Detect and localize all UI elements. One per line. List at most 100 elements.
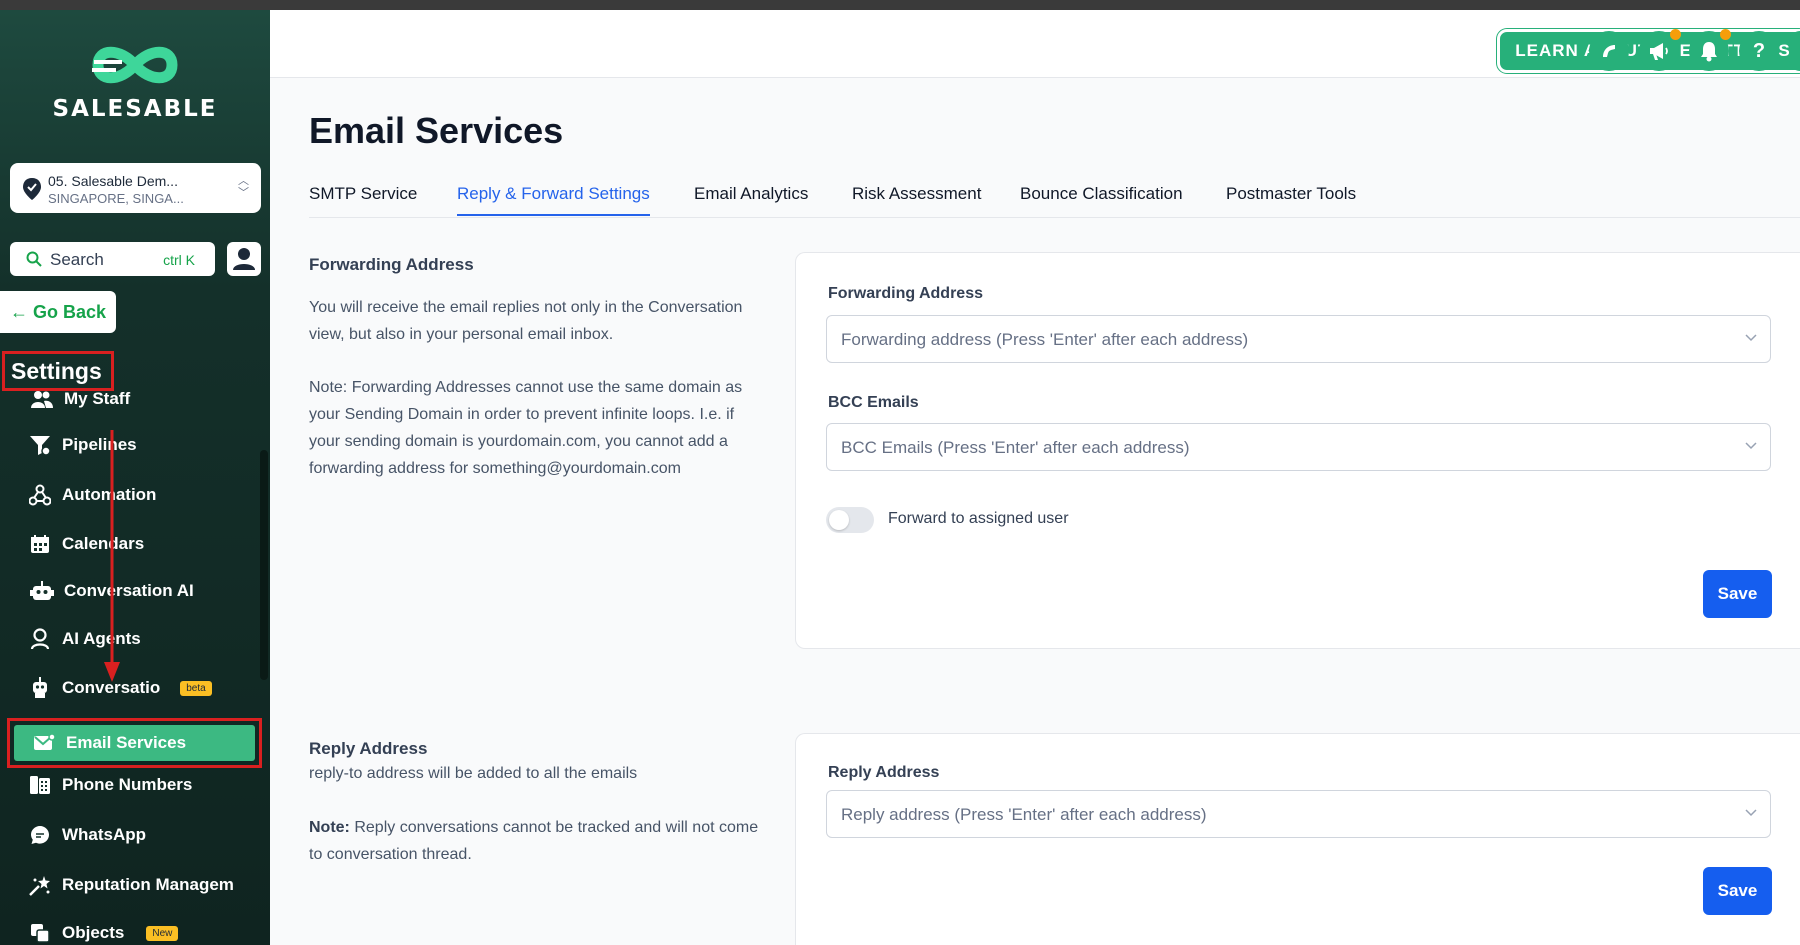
phone-icon xyxy=(1603,45,1615,57)
arrow-left-icon: ← xyxy=(10,302,28,322)
forwarding-save-button[interactable]: Save xyxy=(1703,570,1772,618)
sidebar: SALESABLE 05. Salesable Dem... SINGAPORE… xyxy=(0,10,270,945)
tab-email-analytics[interactable]: Email Analytics xyxy=(694,184,808,204)
sidebar-item-objects[interactable]: Objects New xyxy=(28,918,179,945)
toggle-knob xyxy=(829,510,849,530)
more-button[interactable] xyxy=(1789,31,1800,71)
sidebar-item-label: Pipelines xyxy=(62,435,137,454)
robot-icon xyxy=(30,579,54,603)
chevron-down-icon xyxy=(1745,809,1757,817)
page-title: Email Services xyxy=(309,110,564,151)
logo-icon xyxy=(92,46,178,84)
search-label: Search xyxy=(50,250,104,269)
search-icon xyxy=(26,251,42,267)
top-strip xyxy=(0,0,1800,10)
account-switcher[interactable]: 05. Salesable Dem... SINGAPORE, SINGA...… xyxy=(10,163,261,213)
forwarding-note: Note: Forwarding Addresses cannot use th… xyxy=(309,379,743,477)
forward-to-assigned-label: Forward to assigned user xyxy=(888,510,1069,527)
sidebar-item-label: Phone Numbers xyxy=(62,775,193,794)
beta-badge: beta xyxy=(180,680,212,696)
user-icon xyxy=(233,248,255,270)
bot-icon xyxy=(28,676,52,700)
calendar-icon xyxy=(28,532,52,556)
top-header: LEARN ABOUT THE SETTINGS ? xyxy=(270,10,1800,78)
bell-icon xyxy=(1701,42,1717,62)
funnel-icon xyxy=(28,433,52,457)
notifications-button[interactable] xyxy=(1689,29,1731,71)
whatsapp-icon xyxy=(28,823,52,847)
search-input[interactable]: Search ctrl K xyxy=(10,242,215,276)
mail-icon xyxy=(32,731,56,755)
forwarding-address-input[interactable]: Forwarding address (Press 'Enter' after … xyxy=(826,315,1771,363)
new-badge: New xyxy=(146,925,179,941)
reply-section-title: Reply Address xyxy=(309,739,428,758)
tab-reply-forward-settings[interactable]: Reply & Forward Settings xyxy=(457,184,650,216)
reply-note-text: Reply conversations cannot be tracked an… xyxy=(309,819,759,863)
search-shortcut: ctrl K xyxy=(163,252,195,268)
bcc-emails-label: BCC Emails xyxy=(828,394,919,411)
automation-icon xyxy=(28,483,52,507)
forwarding-address-placeholder: Forwarding address (Press 'Enter' after … xyxy=(841,330,1249,349)
chevron-down-icon xyxy=(1745,442,1757,450)
reply-description: reply-to address will be added to all th… xyxy=(309,765,638,782)
tab-smtp-service[interactable]: SMTP Service xyxy=(309,184,417,204)
reply-address-label: Reply Address xyxy=(828,764,940,781)
brand-logo[interactable]: SALESABLE xyxy=(0,40,270,122)
annotation-arrow xyxy=(104,430,120,682)
location-pin-icon xyxy=(23,178,41,200)
reply-save-button[interactable]: Save xyxy=(1703,867,1772,915)
forward-to-assigned-toggle[interactable] xyxy=(826,507,874,533)
account-name: 05. Salesable Dem... xyxy=(48,173,178,189)
go-back-label: Go Back xyxy=(33,302,107,322)
sidebar-item-my-staff[interactable]: My Staff xyxy=(30,384,130,414)
tab-bounce-classification[interactable]: Bounce Classification xyxy=(1020,184,1183,204)
go-back-button[interactable]: ← Go Back xyxy=(0,291,116,333)
sidebar-item-email-services-highlight: Email Services xyxy=(7,718,262,768)
megaphone-icon xyxy=(1650,43,1668,60)
announcements-button[interactable] xyxy=(1639,29,1681,71)
reply-card: Reply Address Reply address (Press 'Ente… xyxy=(795,733,1800,945)
chevron-down-icon xyxy=(1745,334,1757,342)
sidebar-item-calendars[interactable]: Calendars xyxy=(28,529,144,559)
reply-address-placeholder: Reply address (Press 'Enter' after each … xyxy=(841,805,1207,824)
chevron-updown-icon: ︿ ﹀ xyxy=(238,175,249,199)
sidebar-item-label: Reputation Managem xyxy=(62,875,234,894)
forwarding-section-title: Forwarding Address xyxy=(309,255,474,274)
help-button[interactable]: ? xyxy=(1739,31,1779,71)
sidebar-item-automation[interactable]: Automation xyxy=(28,480,156,510)
phone-button[interactable] xyxy=(1589,31,1629,71)
forwarding-card: Forwarding Address Forwarding address (P… xyxy=(795,252,1800,649)
tab-postmaster-tools[interactable]: Postmaster Tools xyxy=(1226,184,1356,204)
bcc-emails-placeholder: BCC Emails (Press 'Enter' after each add… xyxy=(841,438,1190,457)
forwarding-description: You will receive the email replies not o… xyxy=(309,299,743,343)
sidebar-item-label: Objects xyxy=(62,923,125,942)
star-icon xyxy=(28,873,52,897)
sidebar-item-label: My Staff xyxy=(64,389,131,408)
forwarding-address-label: Forwarding Address xyxy=(828,285,983,302)
tab-risk-assessment[interactable]: Risk Assessment xyxy=(852,184,981,204)
account-location: SINGAPORE, SINGA... xyxy=(48,191,184,206)
sidebar-item-email-services[interactable]: Email Services xyxy=(32,725,186,761)
notification-dot xyxy=(1670,29,1681,40)
sidebar-item-ai-agents[interactable]: AI Agents xyxy=(28,624,141,654)
users-icon xyxy=(30,387,54,411)
sidebar-item-label: Email Services xyxy=(66,733,187,752)
bcc-emails-input[interactable]: BCC Emails (Press 'Enter' after each add… xyxy=(826,423,1771,471)
sidebar-item-whatsapp[interactable]: WhatsApp xyxy=(28,820,146,850)
reply-address-input[interactable]: Reply address (Press 'Enter' after each … xyxy=(826,790,1771,838)
sidebar-item-label: WhatsApp xyxy=(62,825,147,844)
phone-book-icon xyxy=(28,773,52,797)
notification-dot xyxy=(1720,29,1731,40)
user-profile-button[interactable] xyxy=(227,242,261,276)
settings-tabs: SMTP Service Reply & Forward Settings Em… xyxy=(309,180,1800,218)
reply-note: Note: Reply conversations cannot be trac… xyxy=(309,814,759,868)
sidebar-scrollbar[interactable] xyxy=(260,450,268,680)
objects-icon xyxy=(28,921,52,945)
sidebar-item-reputation[interactable]: Reputation Managem xyxy=(28,870,234,900)
reply-note-label: Note: xyxy=(309,819,350,836)
agent-icon xyxy=(28,627,52,651)
sidebar-item-phone-numbers[interactable]: Phone Numbers xyxy=(28,770,192,800)
sidebar-item-label: Conversation AI xyxy=(64,581,194,600)
help-icon: ? xyxy=(1752,39,1766,62)
brand-name: SALESABLE xyxy=(52,96,218,122)
